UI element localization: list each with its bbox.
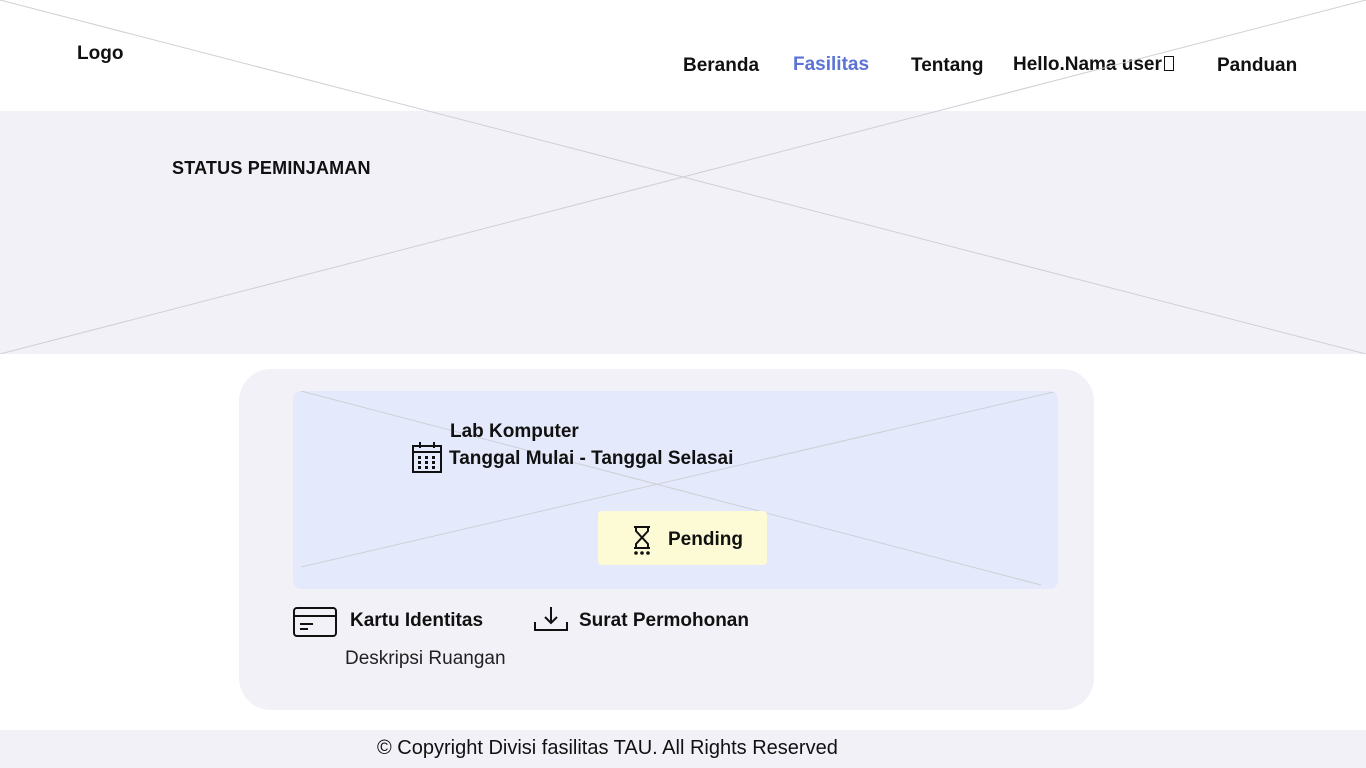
booking-detail-panel: Lab Komputer Tanggal Mulai - Tanggal Sel…: [293, 391, 1058, 589]
hourglass-icon: [634, 526, 650, 555]
nav-beranda[interactable]: Beranda: [683, 55, 759, 77]
nav-user-menu[interactable]: Hello.Nama user: [1013, 54, 1174, 76]
id-card-label: Kartu Identitas: [350, 610, 484, 631]
room-description: Deskripsi Ruangan: [345, 648, 506, 669]
letter-label: Surat Permohonan: [579, 610, 749, 631]
download-icon: [534, 607, 568, 631]
id-card-link[interactable]: Kartu Identitas: [293, 605, 493, 639]
user-icon: [1163, 56, 1174, 71]
id-card-icon: [293, 607, 337, 637]
facility-name: Lab Komputer: [450, 421, 579, 442]
booking-card: Lab Komputer Tanggal Mulai - Tanggal Sel…: [239, 369, 1094, 710]
logo[interactable]: Logo: [77, 43, 123, 65]
nav-fasilitas[interactable]: Fasilitas: [793, 54, 869, 76]
hero-banner: STATUS PEMINJAMAN: [0, 111, 1366, 354]
nav-tentang[interactable]: Tentang: [911, 55, 983, 77]
nav-panduan[interactable]: Panduan: [1217, 55, 1297, 77]
header: Logo Beranda Fasilitas Tentang Hello.Nam…: [0, 0, 1366, 111]
page-title: STATUS PEMINJAMAN: [172, 158, 371, 178]
status-text: Pending: [668, 529, 743, 550]
status-badge: Pending: [598, 511, 767, 565]
footer: © Copyright Divisi fasilitas TAU. All Ri…: [0, 730, 1366, 768]
letter-download-link[interactable]: Surat Permohonan: [533, 605, 753, 639]
booking-dates: Tanggal Mulai - Tanggal Selasai: [449, 448, 734, 469]
copyright-text: © Copyright Divisi fasilitas TAU. All Ri…: [377, 737, 838, 759]
calendar-icon: [412, 442, 442, 473]
user-greeting: Hello.Nama user: [1013, 54, 1162, 75]
